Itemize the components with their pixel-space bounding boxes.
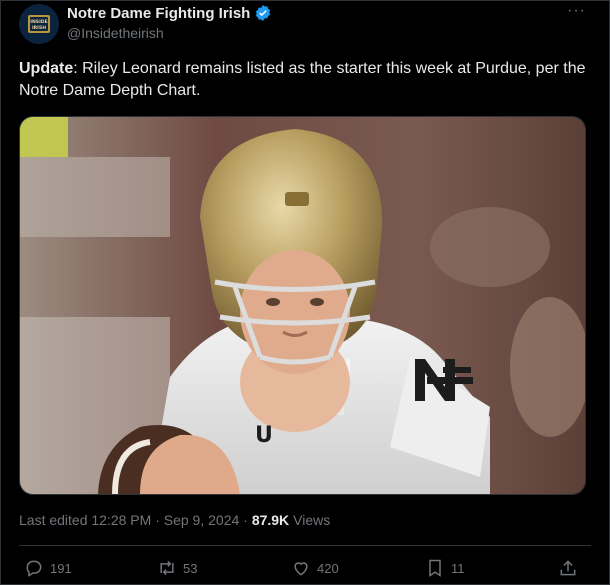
reply-button[interactable]: 191 — [24, 558, 72, 578]
post-body: : Riley Leonard remains listed as the st… — [19, 60, 586, 99]
reply-icon — [26, 560, 42, 577]
reply-count: 191 — [50, 560, 72, 576]
views-label: Views — [293, 512, 331, 528]
divider — [19, 545, 591, 546]
more-icon[interactable]: ··· — [567, 2, 586, 20]
post-image[interactable]: U — [19, 116, 586, 495]
edited-timestamp[interactable]: Last edited 12:28 PM · Sep 9, 2024 · — [19, 512, 248, 528]
repost-count: 53 — [183, 560, 198, 576]
author-name-row: Notre Dame Fighting Irish — [67, 4, 272, 22]
like-button[interactable]: 420 — [291, 558, 339, 578]
bookmark-icon — [429, 559, 441, 577]
share-icon — [560, 560, 576, 576]
svg-text:INSIDE: INSIDE — [30, 19, 48, 25]
author-handle[interactable]: @Insidetheirish — [67, 25, 164, 41]
like-icon — [294, 562, 308, 576]
repost-icon — [160, 560, 174, 576]
svg-text:IRISH: IRISH — [32, 25, 46, 31]
svg-text:U: U — [255, 423, 273, 448]
repost-button[interactable]: 53 — [157, 558, 197, 578]
post-text: Update: Riley Leonard remains listed as … — [19, 58, 589, 102]
avatar-logo-icon: INSIDE IRISH — [19, 4, 59, 44]
post-lead: Update — [19, 60, 74, 77]
football-player-photo: U — [20, 117, 585, 494]
action-bar: 191 53 420 11 — [0, 556, 610, 584]
post-meta: Last edited 12:28 PM · Sep 9, 2024 · 87.… — [19, 512, 330, 528]
views-count: 87.9K — [251, 512, 290, 528]
share-button[interactable] — [558, 558, 578, 578]
bookmark-button[interactable]: 11 — [425, 558, 465, 578]
display-name[interactable]: Notre Dame Fighting Irish — [67, 5, 250, 22]
avatar[interactable]: INSIDE IRISH — [19, 4, 59, 44]
bookmark-count: 11 — [451, 560, 465, 576]
like-count: 420 — [317, 560, 339, 576]
verified-badge-icon[interactable] — [254, 4, 272, 22]
